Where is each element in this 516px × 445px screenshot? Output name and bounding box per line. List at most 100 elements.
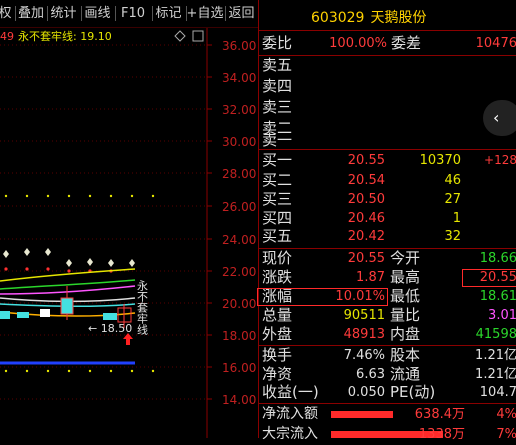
stat-row: 外盘 48913 内盘 41598 (259, 324, 516, 345)
stat-value: 48913 (343, 327, 385, 342)
bid-row[interactable]: 买二 20.54 46 (259, 170, 516, 191)
toolbar-item-f10[interactable]: F10 (115, 4, 151, 23)
stock-symbol: 603029 天鹅股份 (311, 7, 426, 27)
stock-code: 603029 (311, 10, 365, 26)
symbol-bar: 603029 天鹅股份 (259, 0, 516, 30)
bid-label: 买三 (262, 190, 293, 208)
flow-row: 净流入额 638.4万 4% (259, 404, 516, 425)
flow-amount: 638.4万 (414, 407, 465, 422)
fund-label: PE(动) (390, 383, 436, 401)
fund-label: 股本 (390, 346, 421, 364)
stat-label: 最高 (390, 268, 421, 286)
bid-volume: 27 (444, 192, 461, 207)
fund-value: 7.46% (343, 348, 385, 363)
stat-row: 涨幅 10.01% 最低 18.61 (257, 286, 516, 307)
fund-value: 104.7 (479, 385, 516, 400)
stat-row: 总量 90511 量比 3.01 (259, 305, 516, 326)
stat-label: 外盘 (262, 325, 293, 343)
stat-label: 总量 (262, 306, 293, 324)
window-icon[interactable] (192, 30, 204, 42)
toolbar-item-quan[interactable]: 权 (0, 4, 16, 23)
ask-row[interactable]: 卖四 (259, 76, 516, 97)
stat-label: 内盘 (390, 325, 421, 343)
y-label: 34.00 (222, 71, 256, 85)
fund-value: 0.050 (347, 385, 385, 400)
quote-panel: 603029 天鹅股份 委比 100.00% 委差 10476 卖五 卖四 卖三 … (257, 0, 516, 442)
weicha-value: 10476 (475, 36, 516, 51)
y-label: 16.00 (222, 361, 256, 375)
diamond-icon[interactable] (174, 30, 186, 42)
bid-label: 买一 (262, 151, 293, 169)
low-price-label: ← 18.50 (88, 322, 132, 335)
grid-lines (0, 44, 207, 400)
bid-volume: 32 (444, 229, 461, 244)
toolbar-item-add-watch[interactable]: +自选 (186, 4, 224, 23)
ask-label: 卖一 (262, 131, 293, 149)
fund-label: 换手 (262, 346, 293, 364)
stock-name: 天鹅股份 (370, 10, 427, 26)
toolbar-item-back[interactable]: 返回 (225, 4, 258, 23)
ask-row[interactable]: 卖一 (259, 130, 516, 151)
ask-row[interactable]: 卖五 (259, 55, 516, 76)
stat-label: 今开 (390, 249, 421, 267)
y-label: 18.00 (222, 329, 256, 343)
weibi-label: 委比 (262, 34, 293, 52)
toolbar-item-overlay[interactable]: 叠加 (15, 4, 47, 23)
ask-label: 卖五 (262, 56, 293, 74)
bid-price: 20.50 (347, 192, 385, 207)
flow-amount: 1338万 (418, 427, 465, 442)
indicator-text: 永不套牢线: 19.10 (18, 29, 112, 43)
flow-row: 大宗流入 1338万 7% (259, 424, 516, 445)
stat-value: 3.01 (488, 308, 516, 323)
flow-label: 大宗流入 (262, 426, 318, 442)
stat-value: 18.61 (479, 289, 516, 304)
flow-pct: 4% (496, 407, 516, 422)
bid-row[interactable]: 买一 20.55 10370 +128 (259, 150, 516, 171)
stat-value: 1.87 (356, 270, 385, 285)
divider (259, 30, 516, 31)
y-label: 20.00 (222, 297, 256, 311)
y-label: 32.00 (222, 103, 256, 117)
stat-label: 现价 (262, 249, 293, 267)
flow-pct: 7% (496, 427, 516, 442)
weibi-row: 委比 100.00% 委差 10476 (259, 33, 516, 54)
weibi-value: 100.00% (329, 36, 387, 51)
y-label: 36.00 (222, 39, 256, 53)
bid-price: 20.55 (347, 153, 385, 168)
y-label: 28.00 (222, 167, 256, 181)
stat-value: 18.66 (479, 251, 516, 266)
y-label: 26.00 (222, 200, 256, 214)
stat-row: 现价 20.55 今开 18.66 (259, 248, 516, 269)
ask-row[interactable]: 卖三 (259, 97, 516, 118)
stat-label: 涨跌 (262, 268, 293, 286)
toolbar-item-draw[interactable]: 画线 (81, 4, 114, 23)
kline-chart[interactable]: 49 永不套牢线: 19.10 36.00 34.00 32.00 30.00 … (0, 28, 258, 438)
stat-label: 最低 (390, 287, 421, 305)
chevron-left-icon[interactable]: ‹ (483, 100, 516, 136)
toolbar-item-stats[interactable]: 统计 (47, 4, 80, 23)
ma-vertical-label: 永不套牢线 (136, 279, 149, 335)
ask-label: 卖四 (262, 77, 293, 95)
stat-value: 90511 (343, 308, 385, 323)
y-axis-labels: 36.00 34.00 32.00 30.00 28.00 26.00 24.0… (222, 39, 256, 407)
stat-label: 量比 (390, 306, 421, 324)
bid-row[interactable]: 买三 20.50 27 (259, 189, 516, 210)
bid-label: 买五 (262, 227, 293, 245)
bid-price: 20.42 (347, 229, 385, 244)
bid-volume: 46 (444, 173, 461, 188)
stat-value: 10.01% (335, 289, 385, 304)
fund-row: 收益(一) 0.050 PE(动) 104.7 (259, 382, 516, 403)
fund-value: 1.21亿 (475, 348, 516, 363)
stat-value: 41598 (475, 327, 516, 342)
bid-price: 20.54 (347, 173, 385, 188)
toolbar-item-mark[interactable]: 标记 (152, 4, 185, 23)
ask-label: 卖三 (262, 98, 293, 116)
stat-value: 20.55 (347, 251, 385, 266)
bid-label: 买二 (262, 171, 293, 189)
bid-volume: 10370 (419, 153, 461, 168)
stat-value: 20.55 (479, 270, 516, 285)
bid-row[interactable]: 买五 20.42 32 (259, 226, 516, 247)
top-markers (3, 248, 135, 267)
chart-toolbar: 权 叠加 统计 画线 F10 标记 +自选 返回 (0, 0, 258, 28)
fund-row: 换手 7.46% 股本 1.21亿 (259, 345, 516, 366)
